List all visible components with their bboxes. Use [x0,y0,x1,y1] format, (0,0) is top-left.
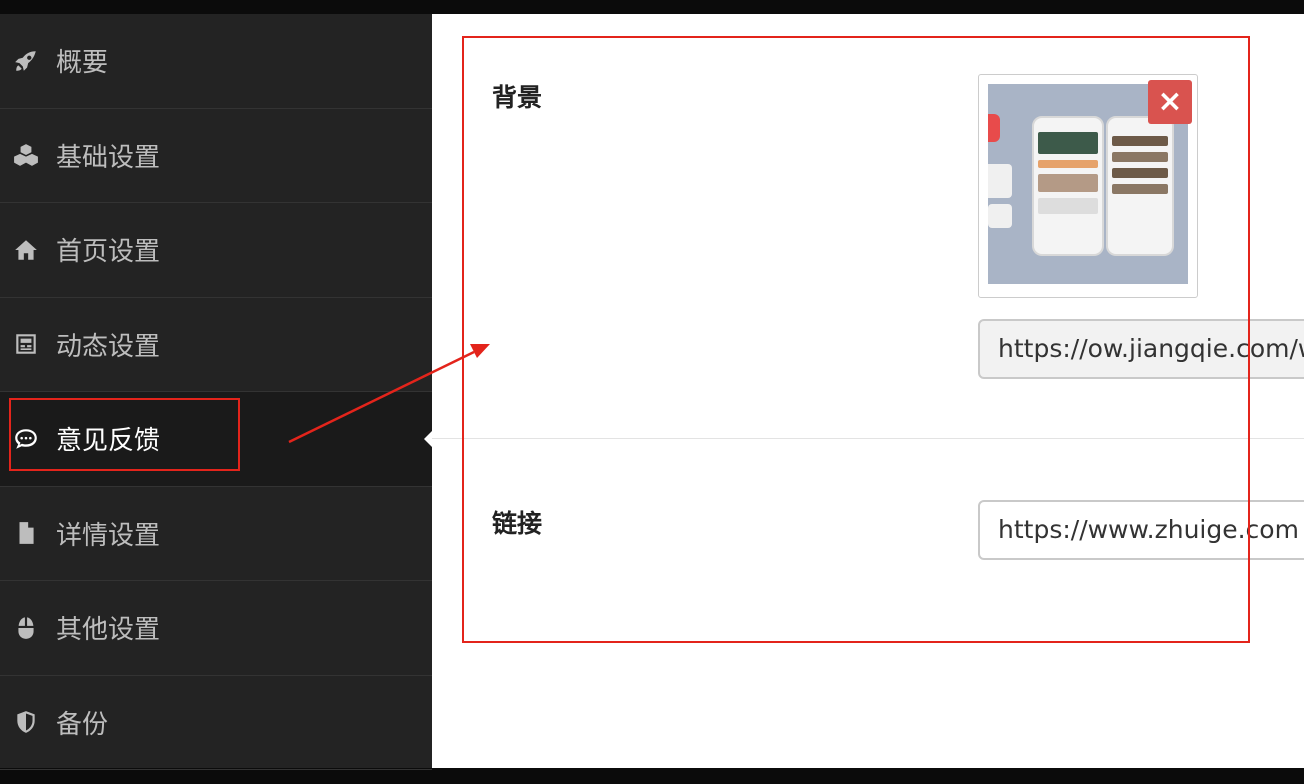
rocket-icon [12,47,40,75]
newspaper-icon [12,330,40,358]
sidebar-item-label: 动态设置 [56,331,161,362]
sidebar-item-label: 首页设置 [56,237,161,268]
file-icon [12,519,40,547]
annotation-highlight-box [462,36,1250,643]
sidebar-item-backup[interactable]: 备份 [0,676,432,770]
annotation-highlight-box [9,398,240,471]
sidebar: 概要 基础设置 首页设置 动态设置 意见反馈 详情设置 其他设置 备份 [0,14,433,770]
cubes-icon [12,141,40,169]
sidebar-item-basic-settings[interactable]: 基础设置 [0,109,432,203]
sidebar-item-label: 基础设置 [56,142,161,173]
mouse-icon [12,614,40,642]
sidebar-item-label: 详情设置 [56,520,161,551]
sidebar-item-other-settings[interactable]: 其他设置 [0,581,432,676]
sidebar-item-dynamic-settings[interactable]: 动态设置 [0,298,432,392]
sidebar-item-label: 概要 [56,48,109,79]
sidebar-item-label: 其他设置 [56,615,161,646]
sidebar-item-overview[interactable]: 概要 [0,14,432,109]
sidebar-item-home-settings[interactable]: 首页设置 [0,203,432,298]
shield-icon [12,708,40,736]
home-icon [12,236,40,264]
sidebar-item-label: 备份 [56,709,109,740]
sidebar-item-detail-settings[interactable]: 详情设置 [0,487,432,581]
